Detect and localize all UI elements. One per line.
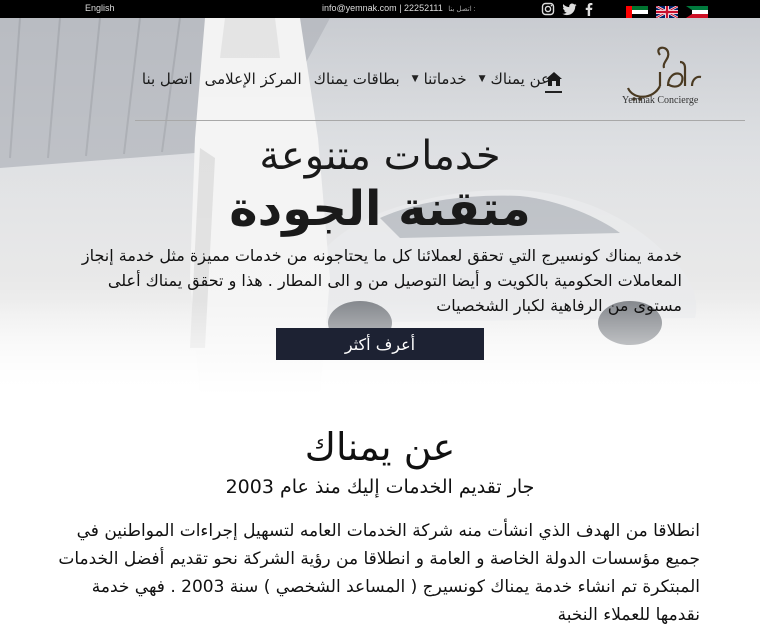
instagram-icon[interactable] [541, 2, 555, 16]
nav-item-services[interactable]: خدماتنا ▼ [412, 70, 467, 88]
hero-title-line1: خدمات متنوعة [259, 133, 501, 179]
yemnak-logo[interactable] [620, 43, 710, 118]
twitter-icon[interactable] [562, 2, 577, 16]
about-title: عن يمناك [304, 425, 456, 469]
active-nav-underline [545, 91, 562, 93]
phone-number[interactable]: 22252111 [404, 3, 443, 13]
nav-item-media-center[interactable]: المركز الإعلامى [205, 70, 302, 88]
kuwait-flag[interactable] [686, 3, 708, 18]
hero-paragraph: خدمة يمناك كونسيرج التي تحقق لعملائنا كل… [81, 246, 682, 315]
contact-info: info@yemnak.com | 22252111 اتصل بنا : [322, 3, 476, 13]
hero-divider [135, 120, 745, 121]
main-nav: عن يمناك ▼ خدماتنا ▼ بطاقات يمناك المركز ا… [130, 70, 550, 88]
hero-title-line2: متقنة الجودة [229, 181, 531, 237]
nav-item-contact[interactable]: اتصل بنا [142, 70, 193, 88]
top-bar: English info@yemnak.com | 22252111 اتصل … [0, 0, 760, 20]
contact-separator: | [399, 3, 402, 13]
logo-subtitle: Yemnak Concierge [622, 95, 699, 106]
contact-label: اتصل بنا : [448, 6, 476, 13]
about-paragraph: انطلاقا من الهدف الذي انشأت منه شركة الخ… [58, 521, 700, 625]
email-link[interactable]: info@yemnak.com [322, 3, 397, 13]
facebook-icon[interactable] [585, 2, 593, 16]
chevron-down-icon: ▼ [411, 74, 419, 84]
nav-item-cards[interactable]: بطاقات يمناك [314, 70, 400, 88]
hero-section: Yemnak Concierge عن يمناك ▼ خدماتنا ▼ بطاق… [0, 18, 760, 395]
home-icon[interactable] [545, 70, 563, 88]
language-link-english[interactable]: English [85, 3, 115, 13]
uae-flag[interactable] [626, 3, 648, 18]
chevron-down-icon: ▼ [478, 74, 486, 84]
about-subtitle: جار تقديم الخدمات إليك منذ عام 2003 [225, 476, 535, 498]
learn-more-button[interactable]: أعرف أكثر [276, 328, 484, 360]
uk-flag[interactable] [655, 3, 679, 20]
nav-item-about[interactable]: عن يمناك ▼ [479, 70, 550, 88]
